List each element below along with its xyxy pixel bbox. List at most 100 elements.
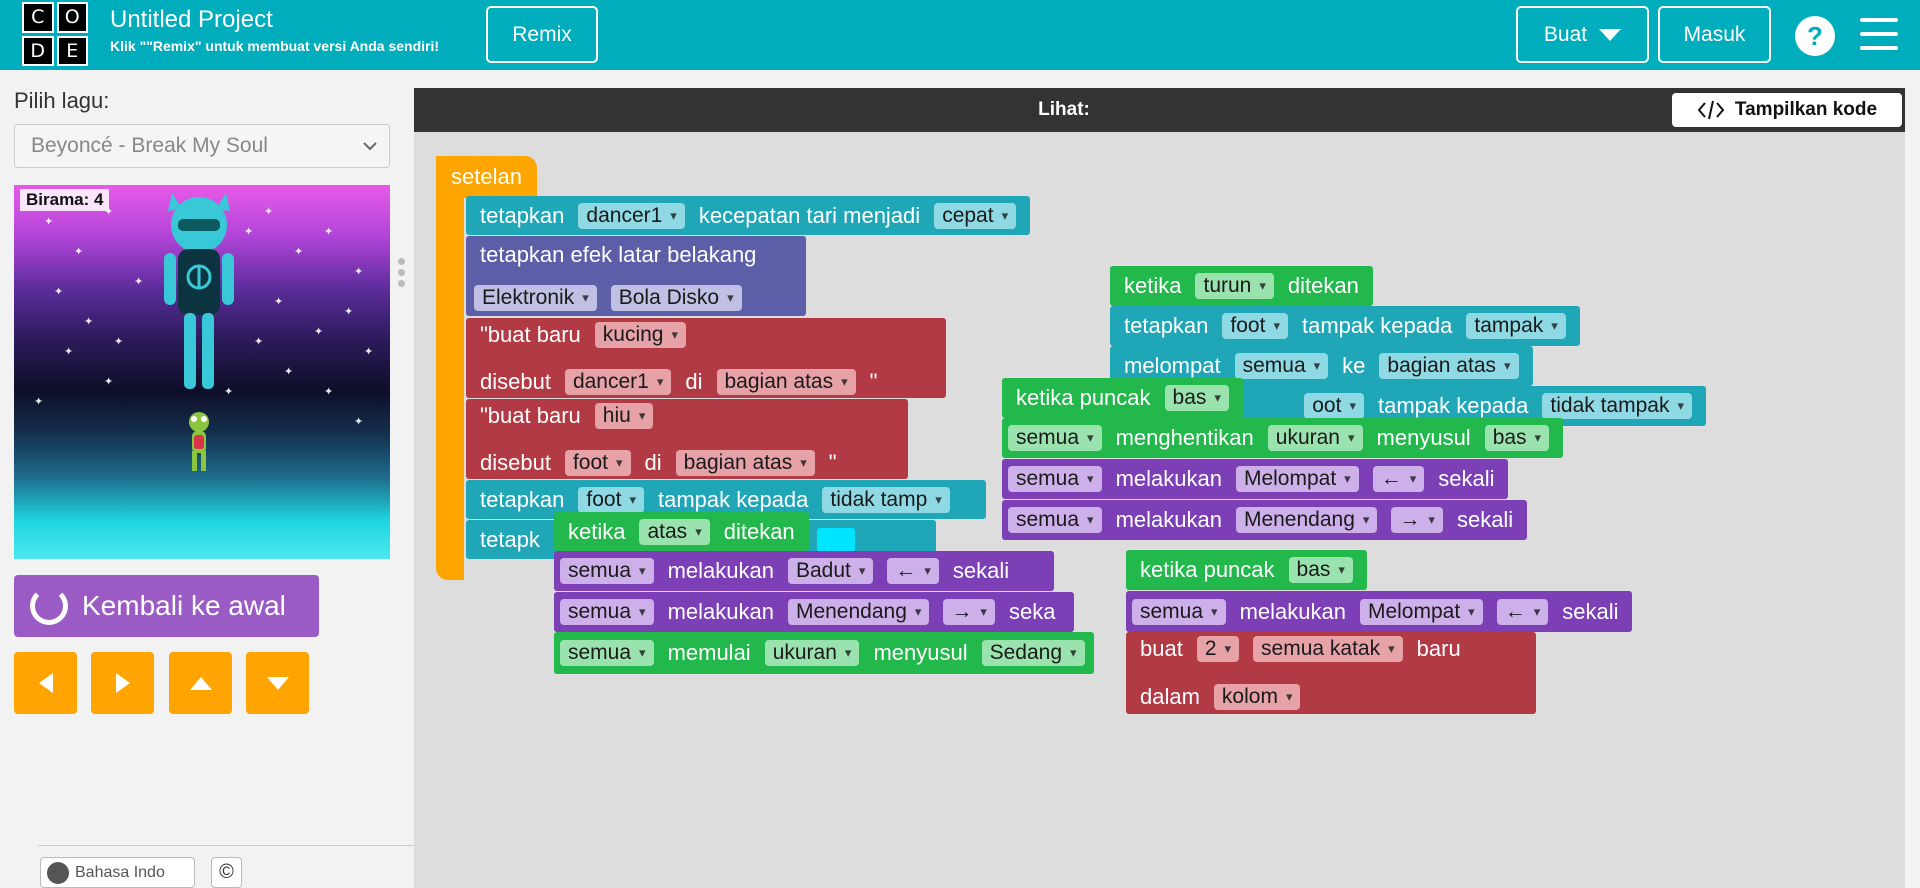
- band-dropdown[interactable]: bas: [1288, 557, 1353, 583]
- position-dropdown[interactable]: bagian atas: [1379, 353, 1519, 379]
- position-dropdown[interactable]: bagian atas: [675, 449, 815, 476]
- costume-dropdown[interactable]: kucing: [594, 321, 687, 348]
- when-bass-peak-block[interactable]: ketika puncak bas: [1002, 378, 1243, 418]
- position-dropdown[interactable]: bagian atas: [716, 368, 856, 395]
- sparkle-star: ✦: [344, 306, 354, 318]
- move-dropdown[interactable]: Badut: [787, 558, 874, 584]
- range-dropdown[interactable]: Sedang: [981, 640, 1085, 666]
- logo-letter: E: [56, 35, 88, 66]
- move-dropdown[interactable]: Menendang: [787, 599, 930, 625]
- right-arrow-button[interactable]: [91, 652, 154, 714]
- create-foot-block[interactable]: "buat baru hiu disebut foot di bagian at…: [466, 399, 908, 479]
- band-dropdown[interactable]: bas: [1164, 385, 1229, 411]
- create-dropdown-button[interactable]: Buat: [1516, 6, 1649, 63]
- effect-dropdown[interactable]: Bola Disko: [610, 284, 742, 311]
- move-dropdown[interactable]: Melompat: [1235, 466, 1359, 492]
- block-text: sekali: [1456, 507, 1514, 532]
- direction-dropdown[interactable]: ←: [1372, 466, 1425, 492]
- stop-mapping-block[interactable]: semua menghentikan ukuran menyusul bas: [1002, 418, 1564, 458]
- language-select[interactable]: Bahasa Indo: [40, 857, 195, 888]
- group-dropdown[interactable]: semua: [1008, 425, 1102, 451]
- set-visibility-block[interactable]: tetapkan foot tampak kepada tampak: [1110, 306, 1580, 346]
- band-dropdown[interactable]: bas: [1484, 425, 1550, 451]
- color-swatch[interactable]: [817, 527, 856, 552]
- down-arrow-button[interactable]: [246, 652, 309, 714]
- setup-block[interactable]: setelan: [436, 156, 537, 198]
- copyright-button[interactable]: ©: [211, 857, 242, 888]
- block-text: "buat baru: [480, 402, 581, 428]
- do-move-block[interactable]: semua melakukan Menendang → seka: [554, 592, 1074, 632]
- dancer-dropdown[interactable]: oot: [1304, 393, 1364, 419]
- costume-dropdown[interactable]: hiu: [594, 402, 654, 429]
- move-dropdown[interactable]: Menendang: [1235, 507, 1378, 533]
- block-text: melakukan: [1115, 466, 1222, 491]
- group-dropdown[interactable]: semua: [560, 558, 654, 584]
- help-icon[interactable]: ?: [1795, 16, 1835, 56]
- sparkle-star: ✦: [114, 336, 124, 348]
- key-dropdown[interactable]: atas: [639, 518, 710, 545]
- sign-in-button[interactable]: Masuk: [1658, 6, 1771, 63]
- dancer-dropdown[interactable]: foot: [578, 486, 644, 513]
- do-move-block[interactable]: semua melakukan Menendang → sekali: [1002, 500, 1528, 540]
- direction-dropdown[interactable]: →: [943, 599, 995, 625]
- dancer-name-dropdown[interactable]: foot: [564, 449, 631, 476]
- when-up-pressed-block[interactable]: ketika atas ditekan: [554, 512, 809, 551]
- start-mapping-block[interactable]: semua memulai ukuran menyusul Sedang: [554, 632, 1094, 674]
- do-move-block[interactable]: semua melakukan Melompat ← sekali: [1002, 459, 1509, 499]
- block-text: tampak kepada: [657, 486, 809, 512]
- code-org-logo[interactable]: C O D E: [22, 2, 88, 66]
- create-dancer1-block[interactable]: "buat baru kucing disebut dancer1 di bag…: [466, 318, 946, 398]
- direction-dropdown[interactable]: ←: [887, 558, 939, 584]
- move-dropdown[interactable]: Melompat: [1359, 598, 1483, 625]
- hamburger-menu-icon[interactable]: [1860, 18, 1898, 50]
- visibility-dropdown[interactable]: tidak tampak: [1542, 393, 1692, 419]
- layout-dropdown[interactable]: kolom: [1213, 684, 1301, 710]
- up-arrow-button[interactable]: [169, 652, 232, 714]
- group-dropdown[interactable]: semua: [560, 640, 654, 666]
- block-text: ketika: [1124, 273, 1182, 298]
- direction-dropdown[interactable]: ←: [1496, 598, 1549, 625]
- property-dropdown[interactable]: ukuran: [764, 640, 860, 666]
- when-down-pressed-block[interactable]: ketika turun ditekan: [1110, 266, 1373, 306]
- visibility-dropdown[interactable]: tidak tamp: [822, 486, 950, 513]
- background-effect-block[interactable]: tetapkan efek latar belakang Elektronik …: [466, 236, 806, 316]
- panel-resize-handle[interactable]: [398, 258, 406, 291]
- group-dropdown[interactable]: semua: [560, 599, 654, 625]
- footer-divider: [38, 845, 414, 846]
- visibility-dropdown[interactable]: tampak: [1466, 313, 1566, 339]
- group-dropdown[interactable]: semua: [1234, 353, 1329, 379]
- key-dropdown[interactable]: turun: [1195, 273, 1274, 299]
- direction-dropdown[interactable]: →: [1391, 507, 1443, 533]
- song-select-value: Beyoncé - Break My Soul: [31, 134, 268, 157]
- sparkle-star: ✦: [284, 366, 294, 378]
- group-dropdown[interactable]: semua: [1132, 598, 1226, 625]
- song-select[interactable]: Beyoncé - Break My Soul: [14, 124, 390, 168]
- count-dropdown[interactable]: 2: [1196, 636, 1240, 662]
- block-text: disebut: [480, 368, 551, 394]
- project-title[interactable]: Untitled Project: [110, 6, 273, 34]
- sparkle-star: ✦: [34, 396, 44, 408]
- group-dropdown[interactable]: semua: [1008, 466, 1102, 492]
- do-move-block[interactable]: semua melakukan Melompat ← sekali: [1126, 591, 1633, 632]
- left-arrow-button[interactable]: [14, 652, 77, 714]
- group-dropdown[interactable]: semua: [1008, 507, 1102, 533]
- sparkle-star: ✦: [274, 296, 284, 308]
- speed-dropdown[interactable]: cepat: [934, 202, 1017, 229]
- block-workspace[interactable]: Lihat: Tampilkan kode setelan tetapkan d…: [414, 88, 1905, 888]
- make-new-group-block[interactable]: buat 2 semua katak baru dalam kolom: [1126, 632, 1536, 714]
- sparkle-star: ✦: [244, 226, 254, 238]
- sparkle-star: ✦: [74, 246, 84, 258]
- costume-dropdown[interactable]: semua katak: [1253, 636, 1403, 662]
- remix-button[interactable]: Remix: [486, 6, 598, 63]
- dancer-dropdown[interactable]: foot: [1222, 313, 1288, 339]
- block-text: tetapkan efek latar belakang: [480, 241, 757, 267]
- when-bass-peak-block[interactable]: ketika puncak bas: [1126, 550, 1367, 590]
- dancer-name-dropdown[interactable]: dancer1: [564, 368, 672, 395]
- property-dropdown[interactable]: ukuran: [1267, 425, 1363, 451]
- dancer-dropdown[interactable]: dancer1: [578, 202, 685, 229]
- set-tempo-block[interactable]: tetapkan dancer1 kecepatan tari menjadi …: [466, 196, 1031, 235]
- show-code-button[interactable]: Tampilkan kode: [1672, 93, 1902, 127]
- do-move-block[interactable]: semua melakukan Badut ← sekali: [554, 551, 1054, 591]
- reset-button[interactable]: Kembali ke awal: [14, 575, 319, 637]
- palette-dropdown[interactable]: Elektronik: [474, 284, 597, 311]
